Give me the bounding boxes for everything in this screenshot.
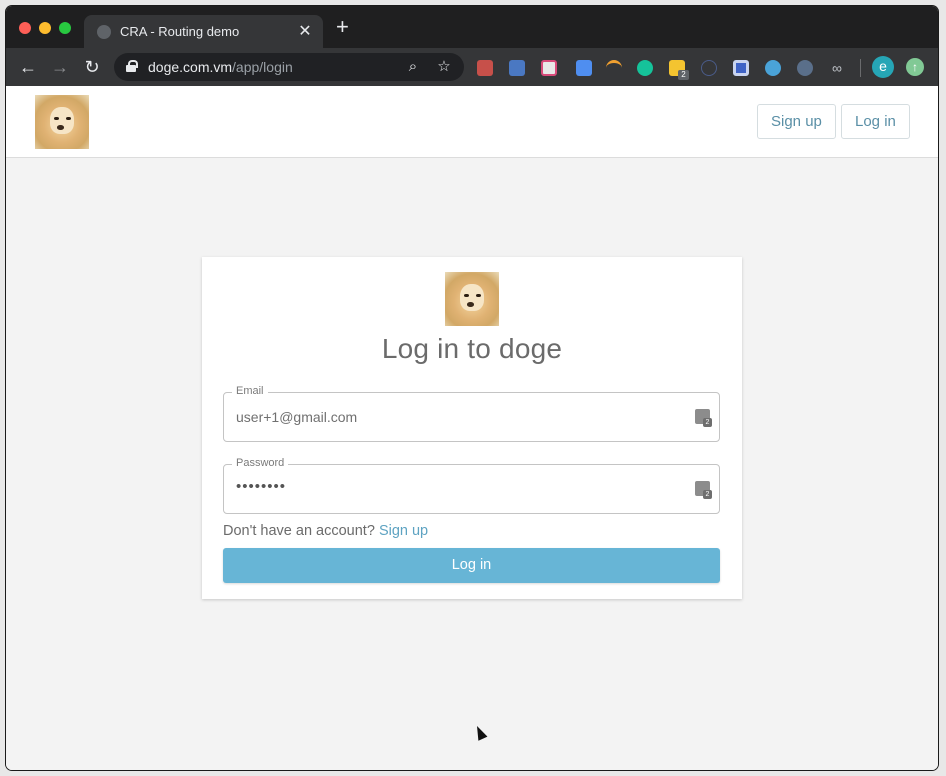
extension-8-icon[interactable] xyxy=(701,60,717,76)
url-path: /app/login xyxy=(232,59,293,75)
password-manager-icon[interactable] xyxy=(695,481,712,499)
url-text[interactable]: doge.com.vm/app/login xyxy=(148,59,293,75)
extension-badge: 2 xyxy=(678,70,689,80)
minimize-window-button[interactable] xyxy=(39,22,51,34)
logo-eye xyxy=(475,293,481,298)
extension-11-icon[interactable] xyxy=(797,60,813,76)
update-arrow-icon[interactable]: ↑ xyxy=(906,58,924,76)
email-label: Email xyxy=(232,385,268,397)
close-window-button[interactable] xyxy=(19,22,31,34)
signup-prompt: Don't have an account? Sign up xyxy=(223,523,428,539)
header-signup-button[interactable]: Sign up xyxy=(757,104,836,139)
url-host: doge.com.vm xyxy=(148,59,233,75)
password-field[interactable]: Password •••••••• xyxy=(223,457,720,514)
zoom-icon[interactable]: ⌕ xyxy=(404,58,422,76)
page-content: Sign up Log in Log in to doge Email user… xyxy=(6,86,938,770)
bookmark-star-icon[interactable]: ☆ xyxy=(435,58,453,76)
extension-9-icon[interactable] xyxy=(733,60,749,76)
tab-title: CRA - Routing demo xyxy=(120,24,240,39)
toolbar-divider xyxy=(860,59,861,77)
browser-toolbar: ← → ↻ doge.com.vm/app/login ⌕ ☆ 2 ∞ e ↑ xyxy=(6,48,938,86)
extension-1-icon[interactable] xyxy=(477,60,493,76)
logo-eye xyxy=(54,116,60,121)
globe-icon xyxy=(97,25,111,39)
header-login-button[interactable]: Log in xyxy=(841,104,910,139)
extension-3-icon[interactable] xyxy=(541,60,557,76)
extension-5-icon[interactable] xyxy=(606,60,622,76)
extension-2-icon[interactable] xyxy=(509,60,525,76)
browser-window: CRA - Routing demo ✕ + ← → ↻ doge.com.vm… xyxy=(6,6,938,770)
doge-logo[interactable] xyxy=(35,95,89,149)
fps-icon[interactable] xyxy=(765,60,781,76)
link-icon[interactable]: ∞ xyxy=(829,60,845,76)
app-header: Sign up Log in xyxy=(6,86,938,158)
extension-7-icon[interactable]: 2 xyxy=(669,60,689,80)
active-tab[interactable]: CRA - Routing demo ✕ xyxy=(84,15,323,48)
password-manager-icon[interactable] xyxy=(695,409,712,427)
email-field[interactable]: Email user+1@gmail.com xyxy=(223,385,720,442)
back-arrow-icon[interactable]: ← xyxy=(17,56,39,78)
profile-avatar[interactable]: e xyxy=(872,56,894,78)
login-submit-button[interactable]: Log in xyxy=(223,548,720,583)
card-doge-logo xyxy=(445,272,499,326)
login-title: Log in to doge xyxy=(381,333,563,364)
forward-arrow-icon[interactable]: → xyxy=(49,56,71,78)
email-value[interactable]: user+1@gmail.com xyxy=(236,409,357,425)
grammarly-icon[interactable] xyxy=(637,60,653,76)
no-account-text: Don't have an account? xyxy=(223,523,375,539)
password-value[interactable]: •••••••• xyxy=(236,478,286,495)
maximize-window-button[interactable] xyxy=(59,22,71,34)
login-card: Log in to doge Email user+1@gmail.com Pa… xyxy=(202,257,742,599)
lock-icon xyxy=(126,60,138,72)
new-tab-button[interactable]: + xyxy=(336,16,349,38)
logo-eye xyxy=(464,293,470,298)
address-bar[interactable]: doge.com.vm/app/login ⌕ ☆ xyxy=(114,53,464,81)
tab-close-icon[interactable]: ✕ xyxy=(296,21,314,41)
extension-4-icon[interactable] xyxy=(576,60,592,76)
tab-strip: CRA - Routing demo ✕ + xyxy=(6,6,938,48)
logo-eye xyxy=(65,116,71,121)
signup-link[interactable]: Sign up xyxy=(379,523,428,539)
password-label: Password xyxy=(232,457,289,469)
reload-icon[interactable]: ↻ xyxy=(81,56,103,78)
